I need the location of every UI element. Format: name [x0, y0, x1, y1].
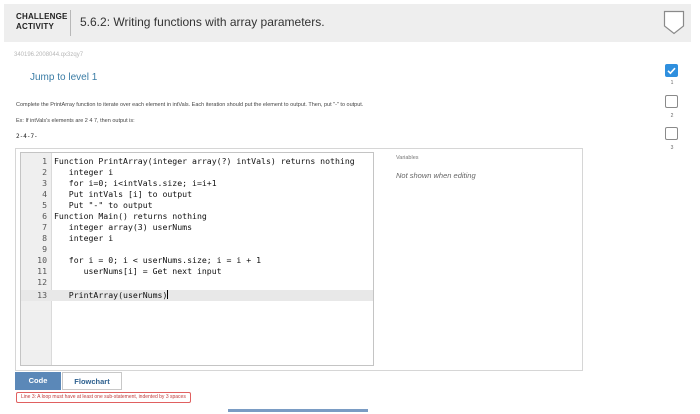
- challenge-label-line1: CHALLENGE: [16, 12, 68, 21]
- jump-to-level-link[interactable]: Jump to level 1: [30, 72, 97, 83]
- code-line[interactable]: 10 for i = 0; i < userNums.size; i = i +…: [21, 255, 373, 266]
- variables-title: Variables: [396, 155, 419, 161]
- completion-badge-icon: [663, 10, 685, 35]
- level-2-checkbox[interactable]: [665, 95, 678, 108]
- code-line[interactable]: 9: [21, 244, 373, 255]
- code-text[interactable]: for i = 0; i < userNums.size; i = i + 1: [54, 255, 261, 266]
- line-number: 4: [42, 189, 47, 199]
- tab-flowchart[interactable]: Flowchart: [62, 372, 122, 390]
- code-line[interactable]: 3 for i=0; i<intVals.size; i=i+1: [21, 178, 373, 189]
- line-number: 13: [37, 290, 47, 300]
- code-line[interactable]: 12: [21, 277, 373, 288]
- line-number: 6: [42, 211, 47, 221]
- line-number: 12: [37, 277, 47, 287]
- code-line[interactable]: 6 Function Main() returns nothing: [21, 211, 373, 222]
- code-text[interactable]: integer array(3) userNums: [54, 222, 192, 233]
- code-text[interactable]: integer i: [54, 233, 113, 244]
- code-line[interactable]: 5 Put "-" to output: [21, 200, 373, 211]
- code-line[interactable]: 8 integer i: [21, 233, 373, 244]
- code-text[interactable]: for i=0; i<intVals.size; i=i+1: [54, 178, 217, 189]
- line-number: 8: [42, 233, 47, 243]
- line-number: 2: [42, 167, 47, 177]
- line-number: 3: [42, 178, 47, 188]
- tab-code[interactable]: Code: [15, 372, 61, 390]
- code-text[interactable]: Function Main() returns nothing: [54, 211, 207, 222]
- line-number: 9: [42, 244, 47, 254]
- example-text: Ex: If intVals's elements are 2 4 7, the…: [16, 118, 135, 124]
- level-2-number: 2: [670, 113, 674, 119]
- instructions-text: Complete the PrintArray function to iter…: [16, 102, 364, 108]
- challenge-activity-label: CHALLENGE ACTIVITY: [16, 12, 68, 32]
- code-text[interactable]: Function PrintArray(integer array(?) int…: [54, 156, 355, 167]
- text-caret: [167, 290, 169, 299]
- level-1-number: 1: [670, 80, 674, 86]
- code-text-current[interactable]: PrintArray(userNums): [54, 290, 169, 301]
- line-number: 1: [42, 156, 47, 166]
- challenge-label-line2: ACTIVITY: [16, 22, 55, 31]
- level-1-checkbox[interactable]: [665, 64, 678, 77]
- level-3-number: 3: [670, 145, 674, 151]
- variables-note: Not shown when editing: [396, 171, 476, 180]
- code-text[interactable]: userNums[i] = Get next input: [54, 266, 222, 277]
- code-line[interactable]: 11 userNums[i] = Get next input: [21, 266, 373, 277]
- activity-title: 5.6.2: Writing functions with array para…: [80, 15, 325, 29]
- code-editor[interactable]: 1 Function PrintArray(integer array(?) in…: [20, 152, 374, 366]
- challenge-header: CHALLENGE ACTIVITY 5.6.2: Writing functi…: [4, 4, 691, 42]
- line-number: 5: [42, 200, 47, 210]
- error-message: Line 3: A loop must have at least one su…: [16, 392, 191, 403]
- code-text[interactable]: integer i: [54, 167, 113, 178]
- code-line[interactable]: 4 Put intVals [i] to output: [21, 189, 373, 200]
- code-text[interactable]: PrintArray(userNums): [54, 290, 168, 300]
- level-3-checkbox[interactable]: [665, 127, 678, 140]
- code-line[interactable]: 7 integer array(3) userNums: [21, 222, 373, 233]
- code-text[interactable]: Put intVals [i] to output: [54, 189, 192, 200]
- header-divider: [70, 10, 71, 36]
- bottom-action-bar[interactable]: [228, 409, 368, 412]
- check-icon: [667, 67, 676, 75]
- expected-output: 2-4-7-: [16, 133, 38, 140]
- code-text[interactable]: Put "-" to output: [54, 200, 153, 211]
- code-line[interactable]: 2 integer i: [21, 167, 373, 178]
- code-line-current[interactable]: 13 PrintArray(userNums): [21, 290, 373, 301]
- line-number: 11: [37, 266, 47, 276]
- submission-id: 340196.2008044.qx3zqy7: [14, 52, 84, 58]
- line-number: 7: [42, 222, 47, 232]
- line-number: 10: [37, 255, 47, 265]
- code-line[interactable]: 1 Function PrintArray(integer array(?) in…: [21, 156, 373, 167]
